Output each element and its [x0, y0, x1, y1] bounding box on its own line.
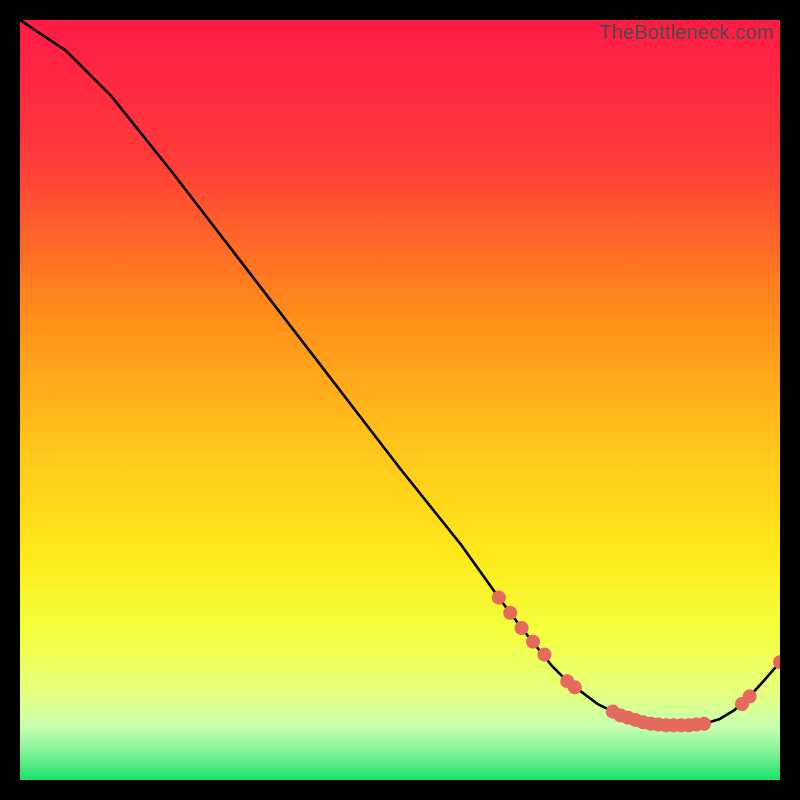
- data-point-marker: [697, 717, 711, 731]
- data-point-marker: [492, 591, 506, 605]
- data-point-marker: [568, 680, 582, 694]
- bottleneck-chart: [20, 20, 780, 780]
- gradient-background: [20, 20, 780, 780]
- chart-frame: TheBottleneck.com: [20, 20, 780, 780]
- data-point-marker: [743, 689, 757, 703]
- data-point-marker: [503, 606, 517, 620]
- data-point-marker: [526, 635, 540, 649]
- data-point-marker: [515, 621, 529, 635]
- data-point-marker: [537, 648, 551, 662]
